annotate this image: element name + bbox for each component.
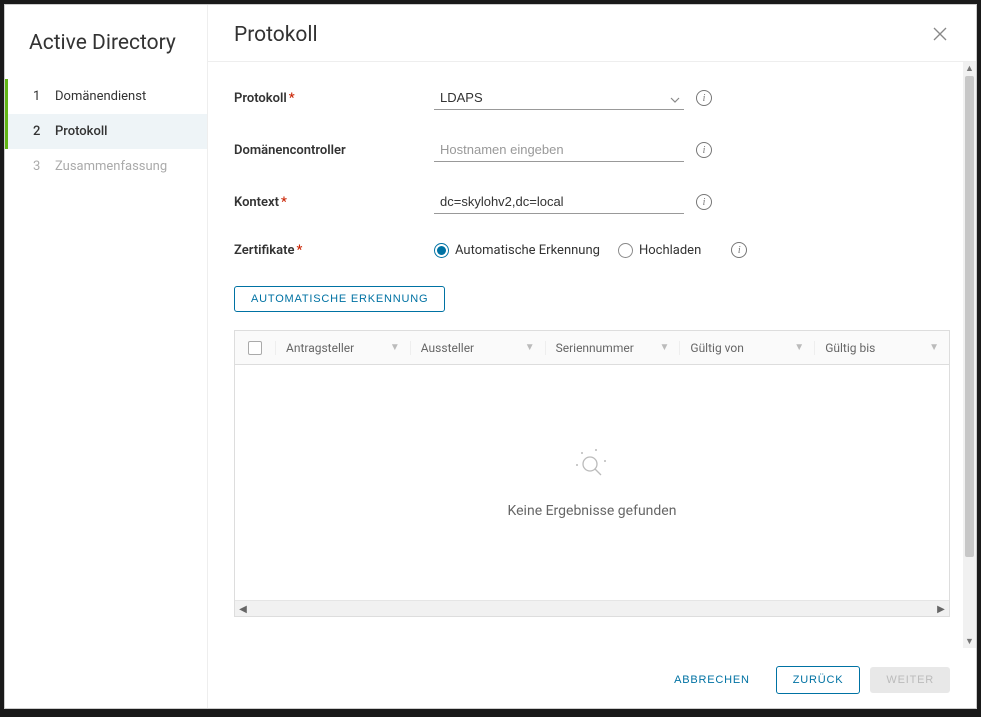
step-label: Protokoll [55,124,107,139]
page-title: Protokoll [234,23,318,47]
col-aussteller[interactable]: Aussteller ▼ [410,341,545,355]
content-scroll-area: Protokoll* i Domänencontroller [208,62,976,652]
radio-label: Automatische Erkennung [455,243,600,258]
vertical-scrollbar[interactable]: ▲ ▼ [963,62,976,648]
col-label: Gültig bis [825,341,875,355]
row-context: Kontext* i [234,190,950,214]
step-number: 3 [33,159,55,174]
scroll-up-icon[interactable]: ▲ [963,62,976,75]
scrollbar-thumb[interactable] [965,76,974,557]
filter-icon[interactable]: ▼ [390,342,400,353]
info-icon[interactable]: i [731,242,747,258]
info-icon[interactable]: i [696,194,712,210]
filter-icon[interactable]: ▼ [659,342,669,353]
row-certificates: Zertifikate* Automatische Erkennung Hoch… [234,242,950,258]
dialog-active-directory: Active Directory 1 Domänendienst 2 Proto… [4,4,977,709]
protocol-select-value[interactable] [434,86,684,110]
sidebar-title: Active Directory [5,23,207,79]
label-dc: Domänencontroller [234,143,434,158]
step-list: 1 Domänendienst 2 Protokoll 3 Zusammenfa… [5,79,207,184]
row-protocol: Protokoll* i [234,86,950,110]
auto-detect-button[interactable]: Automatische Erkennung [234,286,445,312]
label-context: Kontext* [234,195,434,210]
step-protocol[interactable]: 2 Protokoll [5,114,207,149]
radio-upload[interactable]: Hochladen [618,243,701,258]
label-certs: Zertifikate* [234,243,434,258]
filter-icon[interactable]: ▼ [929,342,939,353]
row-domain-controller: Domänencontroller i [234,138,950,162]
col-antragsteller[interactable]: Antragsteller ▼ [275,341,410,355]
wizard-main: Protokoll Protokoll* i [208,5,976,708]
step-domain-service[interactable]: 1 Domänendienst [5,79,207,114]
filter-icon[interactable]: ▼ [525,342,535,353]
step-number: 1 [33,89,55,104]
scroll-left-icon[interactable]: ◀ [235,601,251,617]
table-header-row: Antragsteller ▼ Aussteller ▼ Seriennumme… [235,331,949,365]
scroll-right-icon[interactable]: ▶ [933,601,949,617]
dc-input[interactable] [434,138,684,162]
select-all-checkbox[interactable] [248,341,262,355]
filter-icon[interactable]: ▼ [794,342,804,353]
radio-auto-detect[interactable]: Automatische Erkennung [434,243,600,258]
col-seriennummer[interactable]: Seriennummer ▼ [545,341,680,355]
info-icon[interactable]: i [696,142,712,158]
col-label: Aussteller [421,341,474,355]
certificates-table: Antragsteller ▼ Aussteller ▼ Seriennumme… [234,330,950,617]
radio-label: Hochladen [639,243,701,258]
wizard-footer: Abbrechen Zurück Weiter [208,652,976,708]
cert-radio-group: Automatische Erkennung Hochladen i [434,242,747,258]
content-header: Protokoll [208,5,976,62]
label-protocol: Protokoll* [234,91,434,106]
search-empty-icon [572,447,612,485]
radio-icon [434,243,449,258]
step-label: Zusammenfassung [55,159,167,174]
scroll-down-icon[interactable]: ▼ [963,635,976,648]
step-summary: 3 Zusammenfassung [5,149,207,184]
info-icon[interactable]: i [696,90,712,106]
step-label: Domänendienst [55,89,146,104]
select-all-cell [235,341,275,355]
col-label: Antragsteller [286,341,354,355]
col-label: Seriennummer [556,341,634,355]
close-icon[interactable] [932,26,950,44]
next-button: Weiter [870,667,950,693]
col-gueltig-bis[interactable]: Gültig bis ▼ [814,341,949,355]
table-empty-body: Keine Ergebnisse gefunden [235,365,949,600]
protocol-select[interactable] [434,86,684,110]
radio-icon [618,243,633,258]
step-number: 2 [33,124,55,139]
col-gueltig-von[interactable]: Gültig von ▼ [679,341,814,355]
col-label: Gültig von [690,341,743,355]
table-horizontal-scrollbar[interactable]: ◀ ▶ [235,600,949,616]
empty-text: Keine Ergebnisse gefunden [508,503,677,519]
wizard-sidebar: Active Directory 1 Domänendienst 2 Proto… [5,5,208,708]
cancel-button[interactable]: Abbrechen [658,667,766,693]
context-input[interactable] [434,190,684,214]
back-button[interactable]: Zurück [776,666,861,694]
